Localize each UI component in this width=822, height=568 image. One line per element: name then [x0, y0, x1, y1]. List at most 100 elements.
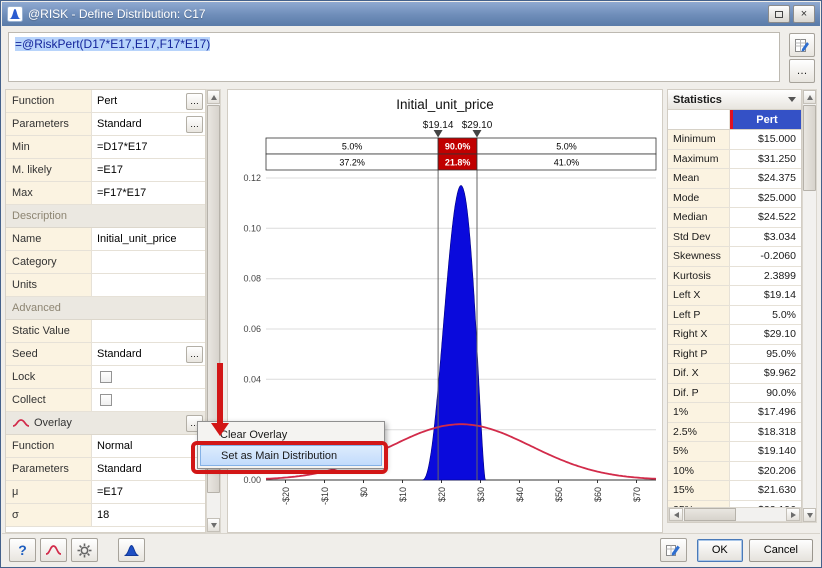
property-row-parameters: ParametersStandard	[6, 458, 205, 481]
stat-label: 1%	[668, 403, 730, 422]
stat-row: Kurtosis2.3899	[668, 267, 801, 287]
title-bar[interactable]: @RISK - Define Distribution: C17 ×	[2, 2, 820, 26]
stat-value: $21.630	[730, 481, 801, 500]
stat-row: Mode$25.000	[668, 189, 801, 209]
menu-item-clear-overlay[interactable]: Clear Overlay	[200, 424, 382, 445]
parameters-more-button[interactable]: …	[186, 116, 203, 133]
scroll-right-button[interactable]	[786, 508, 800, 521]
footer-toolbar: ?	[2, 533, 820, 566]
statistics-series-header: Pert	[730, 110, 801, 129]
formula-input[interactable]: =@RiskPert(D17*E17,E17,F17*E17)	[8, 32, 780, 82]
arrow-left-icon	[674, 512, 679, 518]
chart-title: Initial_unit_price	[228, 90, 662, 116]
ok-button[interactable]: OK	[697, 539, 743, 562]
scroll-thumb[interactable]	[803, 105, 816, 191]
menu-item-set-as-main-distribution[interactable]: Set as Main Distribution	[200, 445, 382, 466]
scroll-thumb[interactable]	[684, 508, 736, 521]
stat-label: 15%	[668, 481, 730, 500]
stat-row: Left P5.0%	[668, 306, 801, 326]
stat-row: 10%$20.206	[668, 462, 801, 482]
scroll-down-button[interactable]	[803, 508, 816, 522]
statistics-blank-cell	[668, 110, 730, 129]
property-row-function: FunctionPert…	[6, 90, 205, 113]
arrow-up-icon	[211, 95, 217, 100]
app-icon	[7, 6, 23, 22]
property-row-name: NameInitial_unit_price	[6, 228, 205, 251]
red-curve-icon	[45, 544, 62, 556]
probability-band-value: 5.0%	[342, 142, 363, 152]
property-value[interactable]: Normal	[92, 435, 205, 457]
svg-text:$20: $20	[437, 487, 447, 502]
property-row-function: FunctionNormal	[6, 435, 205, 458]
property-value[interactable]: =E17	[92, 159, 205, 181]
cell-reference-button[interactable]	[660, 538, 687, 562]
property-value[interactable]: Pert	[92, 90, 186, 112]
stat-value: 90.0%	[730, 384, 801, 403]
property-label: Units	[6, 274, 92, 296]
property-value[interactable]: Standard	[92, 113, 186, 135]
property-value[interactable]: 18	[92, 504, 205, 526]
arrow-down-icon	[211, 523, 217, 528]
property-value[interactable]: Standard	[92, 343, 186, 365]
lock-checkbox[interactable]	[100, 371, 112, 383]
svg-text:0.00: 0.00	[243, 475, 261, 485]
stat-label: Left X	[668, 286, 730, 305]
help-button[interactable]: ?	[9, 538, 36, 562]
stat-value: $20.206	[730, 462, 801, 481]
maximize-button[interactable]	[768, 5, 790, 23]
delimiter-handle[interactable]	[473, 130, 482, 138]
stat-label: 10%	[668, 462, 730, 481]
help-icon: ?	[18, 542, 27, 558]
property-value[interactable]: Standard	[92, 458, 205, 480]
property-value[interactable]	[92, 320, 205, 342]
svg-text:$40: $40	[515, 487, 525, 502]
property-row-m-likely: M. likely=E17	[6, 159, 205, 182]
pert-distribution-area	[422, 186, 485, 480]
property-value[interactable]: Initial_unit_price	[92, 228, 205, 250]
property-row-min: Min=D17*E17	[6, 136, 205, 159]
collect-checkbox[interactable]	[100, 394, 112, 406]
scroll-down-button[interactable]	[207, 518, 220, 532]
distribution-palette-button[interactable]	[118, 538, 145, 562]
probability-band-value: 37.2%	[339, 158, 365, 168]
stat-row: Std Dev$3.034	[668, 228, 801, 248]
property-value[interactable]: =D17*E17	[92, 136, 205, 158]
statistics-header[interactable]: Statistics	[668, 90, 801, 110]
property-value[interactable]	[92, 251, 205, 273]
scroll-up-button[interactable]	[803, 90, 816, 104]
property-value[interactable]	[92, 274, 205, 296]
stat-label: Left P	[668, 306, 730, 325]
stat-label: Mean	[668, 169, 730, 188]
define-distribution-dialog: @RISK - Define Distribution: C17 × =@Ris…	[0, 0, 822, 568]
property-value[interactable]	[92, 366, 205, 388]
window-title: @RISK - Define Distribution: C17	[28, 7, 765, 21]
property-value[interactable]: =F17*E17	[92, 182, 205, 204]
stat-value: 2.3899	[730, 267, 801, 286]
stat-row: 15%$21.630	[668, 481, 801, 501]
function-more-button[interactable]: …	[186, 93, 203, 110]
formula-more-button[interactable]: …	[789, 59, 815, 83]
stat-label: Maximum	[668, 150, 730, 169]
insert-to-worksheet-button[interactable]	[789, 33, 815, 57]
add-overlay-button[interactable]	[40, 538, 67, 562]
stat-value: $9.962	[730, 364, 801, 383]
cancel-button[interactable]: Cancel	[749, 539, 813, 562]
stat-label: 5%	[668, 442, 730, 461]
chart-options-button[interactable]	[71, 538, 98, 562]
property-value[interactable]: =E17	[92, 481, 205, 503]
property-value[interactable]	[92, 389, 205, 411]
stat-value: $31.250	[730, 150, 801, 169]
statistics-vscrollbar[interactable]	[802, 89, 817, 523]
property-row--: σ18	[6, 504, 205, 527]
delimiter-handle[interactable]	[434, 130, 443, 138]
blue-distribution-icon	[123, 544, 140, 557]
stat-value: $3.034	[730, 228, 801, 247]
property-label: Lock	[6, 366, 92, 388]
property-row-static-value: Static Value	[6, 320, 205, 343]
close-button[interactable]: ×	[793, 5, 815, 23]
scroll-up-button[interactable]	[207, 90, 220, 104]
statistics-hscrollbar[interactable]	[668, 507, 801, 522]
scroll-left-button[interactable]	[669, 508, 683, 521]
seed-more-button[interactable]: …	[186, 346, 203, 363]
stat-label: 2.5%	[668, 423, 730, 442]
